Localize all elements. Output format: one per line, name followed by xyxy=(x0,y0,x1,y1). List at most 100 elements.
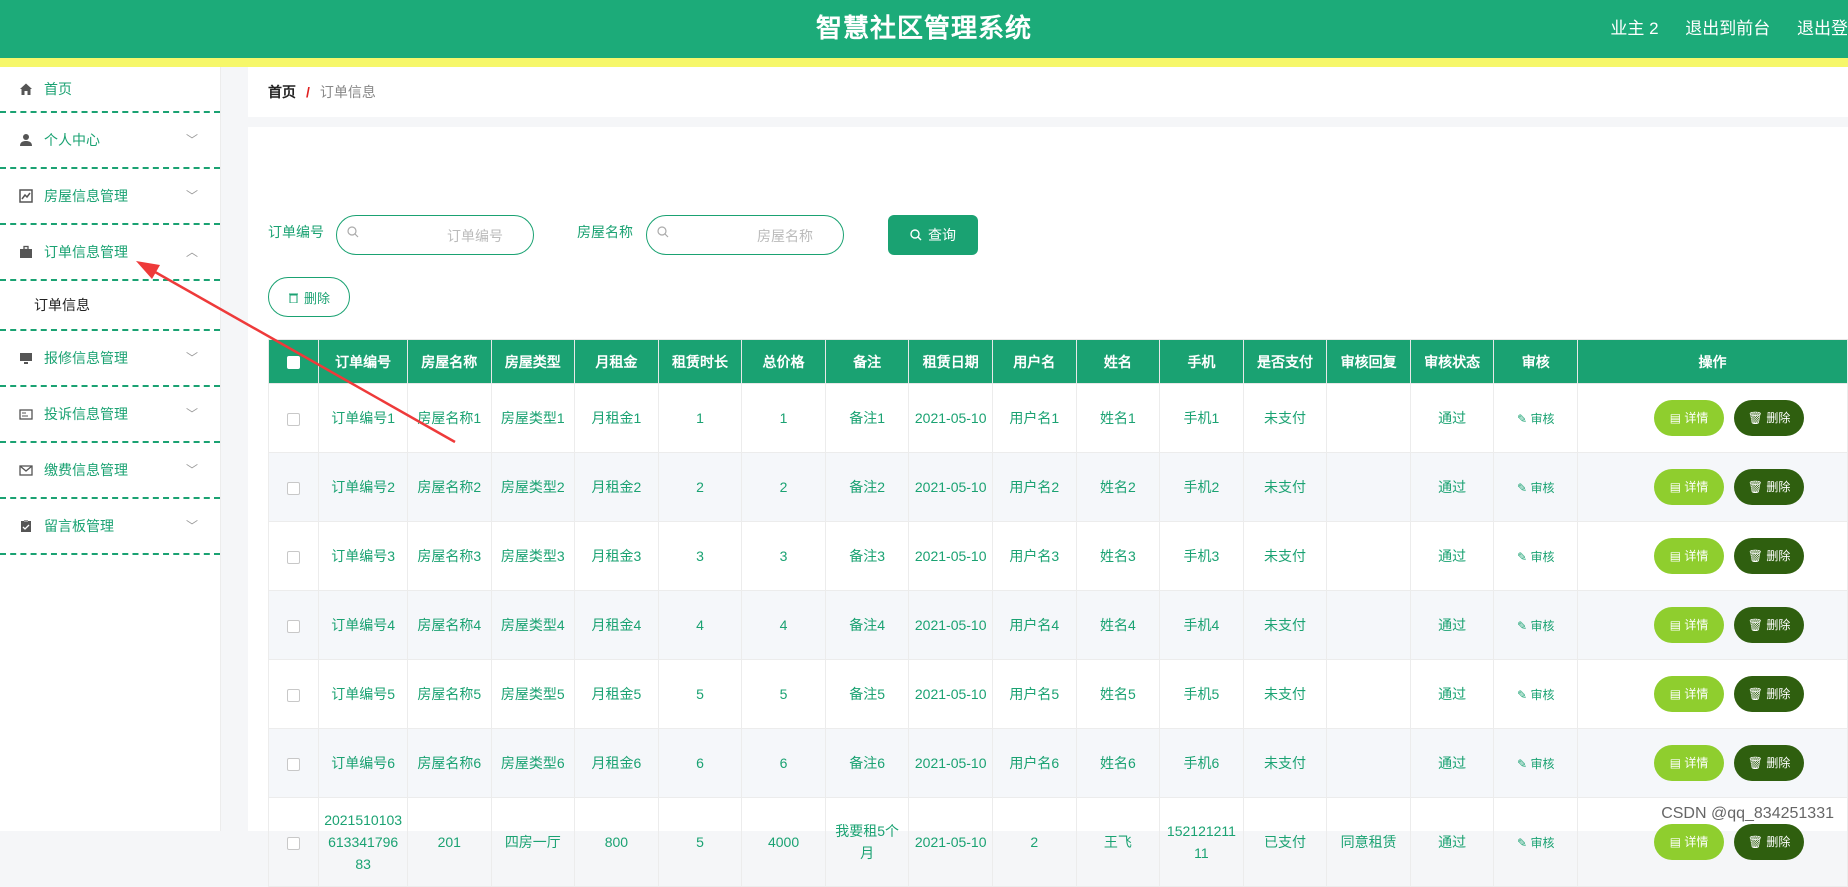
table-row[interactable]: 订单编号4 房屋名称4 房屋类型4 月租金4 4 4 备注4 2021-05-10 用户名4 姓名… xyxy=(267,590,1848,660)
table-cell: 房屋类型6 xyxy=(490,728,576,798)
table-cell: 2 xyxy=(992,797,1077,887)
bulk-delete-label: 删除 xyxy=(303,290,330,306)
table-cell: 房屋类型5 xyxy=(490,659,576,729)
content-card: 订单编号 订单编号 房屋名称 房屋名称 查询 删除 订单编号 房屋名称 房屋类型 月租 xyxy=(248,127,1848,887)
table-cell: 月租金6 xyxy=(574,728,659,798)
delete-button[interactable]: 🗑 删除 xyxy=(1734,469,1805,505)
detail-button[interactable]: ▤ 详情 xyxy=(1654,400,1725,436)
detail-label: 详情 xyxy=(1684,618,1709,632)
table-row[interactable]: 2021510103613341796 83 201 四房一厅 800 5 4000 我要租… xyxy=(267,797,1848,887)
review-link[interactable]: ✎ 审核 xyxy=(1517,481,1554,495)
sidebar-item-house[interactable]: 房屋信息管理 ﹀ xyxy=(0,169,220,225)
detail-label: 详情 xyxy=(1684,687,1709,701)
table-row[interactable]: 订单编号2 房屋名称2 房屋类型2 月租金2 2 2 备注2 2021-05-10 用户名2 姓名… xyxy=(267,452,1848,522)
select-all-checkbox[interactable] xyxy=(287,356,301,370)
row-select-cell[interactable] xyxy=(267,797,320,887)
operations-cell: ▤ 详情 🗑 删除 xyxy=(1577,452,1848,522)
table-cell: 2021-05-10 xyxy=(908,590,993,660)
review-link[interactable]: ✎ 审核 xyxy=(1517,412,1554,426)
review-link[interactable]: ✎ 审核 xyxy=(1517,757,1554,771)
table-row[interactable]: 订单编号3 房屋名称3 房屋类型3 月租金3 3 3 备注3 2021-05-10 用户名3 姓名… xyxy=(267,521,1848,591)
detail-button[interactable]: ▤ 详情 xyxy=(1654,824,1725,860)
delete-button[interactable]: 🗑 删除 xyxy=(1734,745,1805,781)
detail-label: 详情 xyxy=(1684,756,1709,770)
user-name[interactable]: 业主 2 xyxy=(1610,19,1658,38)
sidebar-item-home[interactable]: 首页 xyxy=(0,67,220,113)
front-link[interactable]: 退出到前台 xyxy=(1685,19,1770,38)
table-row[interactable]: 订单编号5 房屋名称5 房屋类型5 月租金5 5 5 备注5 2021-05-10 用户名5 姓名… xyxy=(267,659,1848,729)
delete-label: 删除 xyxy=(1766,549,1791,563)
sidebar-item-label: 首页 xyxy=(44,81,72,97)
query-button[interactable]: 查询 xyxy=(888,215,978,255)
review-link[interactable]: ✎ 审核 xyxy=(1517,836,1554,850)
delete-button[interactable]: 🗑 删除 xyxy=(1734,824,1805,860)
row-checkbox[interactable] xyxy=(287,481,301,495)
logout-link[interactable]: 退出登 xyxy=(1797,19,1848,38)
table-cell: 订单编号3 xyxy=(318,521,408,591)
table-cell: 姓名3 xyxy=(1075,521,1161,591)
row-select-cell[interactable] xyxy=(267,521,320,591)
search-icon xyxy=(657,226,669,238)
review-link[interactable]: ✎ 审核 xyxy=(1517,619,1554,633)
sidebar-item-personal[interactable]: 个人中心 ﹀ xyxy=(0,113,220,169)
query-label: 查询 xyxy=(928,227,956,243)
edit-icon: ✎ xyxy=(1517,480,1531,495)
delete-button[interactable]: 🗑 删除 xyxy=(1734,538,1805,574)
delete-button[interactable]: 🗑 删除 xyxy=(1734,607,1805,643)
sidebar-item-complaint[interactable]: 投诉信息管理 ﹀ xyxy=(0,387,220,443)
table-cell: 800 xyxy=(574,797,659,887)
sidebar-item-repair[interactable]: 报修信息管理 ﹀ xyxy=(0,331,220,387)
detail-button[interactable]: ▤ 详情 xyxy=(1654,607,1725,643)
detail-button[interactable]: ▤ 详情 xyxy=(1654,538,1725,574)
sidebar-item-label: 房屋信息管理 xyxy=(44,188,128,204)
sidebar-item-payment[interactable]: 缴费信息管理 ﹀ xyxy=(0,443,220,499)
row-checkbox[interactable] xyxy=(287,757,301,771)
column-header: 是否支付 xyxy=(1242,339,1328,384)
column-header: 操作 xyxy=(1577,339,1848,384)
table-cell: 房屋名称3 xyxy=(406,521,492,591)
trash-icon: 🗑 xyxy=(1747,618,1767,632)
review-cell: ✎ 审核 xyxy=(1493,452,1579,522)
sidebar-item-orders[interactable]: 订单信息管理 ︿ xyxy=(0,225,220,281)
breadcrumb-current: 订单信息 xyxy=(319,84,376,100)
review-link[interactable]: ✎ 审核 xyxy=(1517,550,1554,564)
detail-button[interactable]: ▤ 详情 xyxy=(1654,469,1725,505)
row-checkbox[interactable] xyxy=(287,688,301,702)
trash-icon: 🗑 xyxy=(1747,756,1767,770)
table-cell: 姓名4 xyxy=(1075,590,1161,660)
trash-icon xyxy=(288,293,298,303)
table-cell: 通过 xyxy=(1409,521,1495,591)
delete-button[interactable]: 🗑 删除 xyxy=(1734,400,1805,436)
review-link[interactable]: ✎ 审核 xyxy=(1517,688,1554,702)
order-no-input[interactable]: 订单编号 xyxy=(336,215,534,255)
select-all-header[interactable] xyxy=(267,339,320,384)
delete-button[interactable]: 🗑 删除 xyxy=(1734,676,1805,712)
house-name-input[interactable]: 房屋名称 xyxy=(646,215,844,255)
table-cell: 月租金3 xyxy=(574,521,659,591)
row-select-cell[interactable] xyxy=(267,728,320,798)
trash-icon: 🗑 xyxy=(1747,411,1767,425)
row-select-cell[interactable] xyxy=(267,383,320,453)
row-checkbox[interactable] xyxy=(287,619,301,633)
column-header: 总价格 xyxy=(741,339,826,384)
table-cell: 5 xyxy=(657,797,743,887)
bulk-delete-button[interactable]: 删除 xyxy=(268,277,350,317)
table-cell: 2021-05-10 xyxy=(908,452,993,522)
table-row[interactable]: 订单编号6 房屋名称6 房屋类型6 月租金6 6 6 备注6 2021-05-10 用户名6 姓名… xyxy=(267,728,1848,798)
table-row[interactable]: 订单编号1 房屋名称1 房屋类型1 月租金1 1 1 备注1 2021-05-10 用户名1 姓名… xyxy=(267,383,1848,453)
row-select-cell[interactable] xyxy=(267,590,320,660)
row-checkbox[interactable] xyxy=(287,412,301,426)
row-select-cell[interactable] xyxy=(267,659,320,729)
sidebar-item-message[interactable]: 留言板管理 ﹀ xyxy=(0,499,220,555)
breadcrumb-home[interactable]: 首页 xyxy=(268,82,296,102)
submenu-order-info[interactable]: 订单信息 xyxy=(0,281,220,331)
detail-button[interactable]: ▤ 详情 xyxy=(1654,745,1725,781)
row-checkbox[interactable] xyxy=(287,836,301,850)
row-select-cell[interactable] xyxy=(267,452,320,522)
row-checkbox[interactable] xyxy=(287,550,301,564)
sidebar: 首页 个人中心 ﹀ 房屋信息管理 ﹀ 订单信息管理 ︿ 订单信息 报修信息管理 … xyxy=(0,67,221,831)
app-title: 智慧社区管理系统 xyxy=(815,13,1032,43)
table-cell: 房屋名称6 xyxy=(406,728,492,798)
column-header: 审核回复 xyxy=(1326,339,1411,384)
detail-button[interactable]: ▤ 详情 xyxy=(1654,676,1725,712)
